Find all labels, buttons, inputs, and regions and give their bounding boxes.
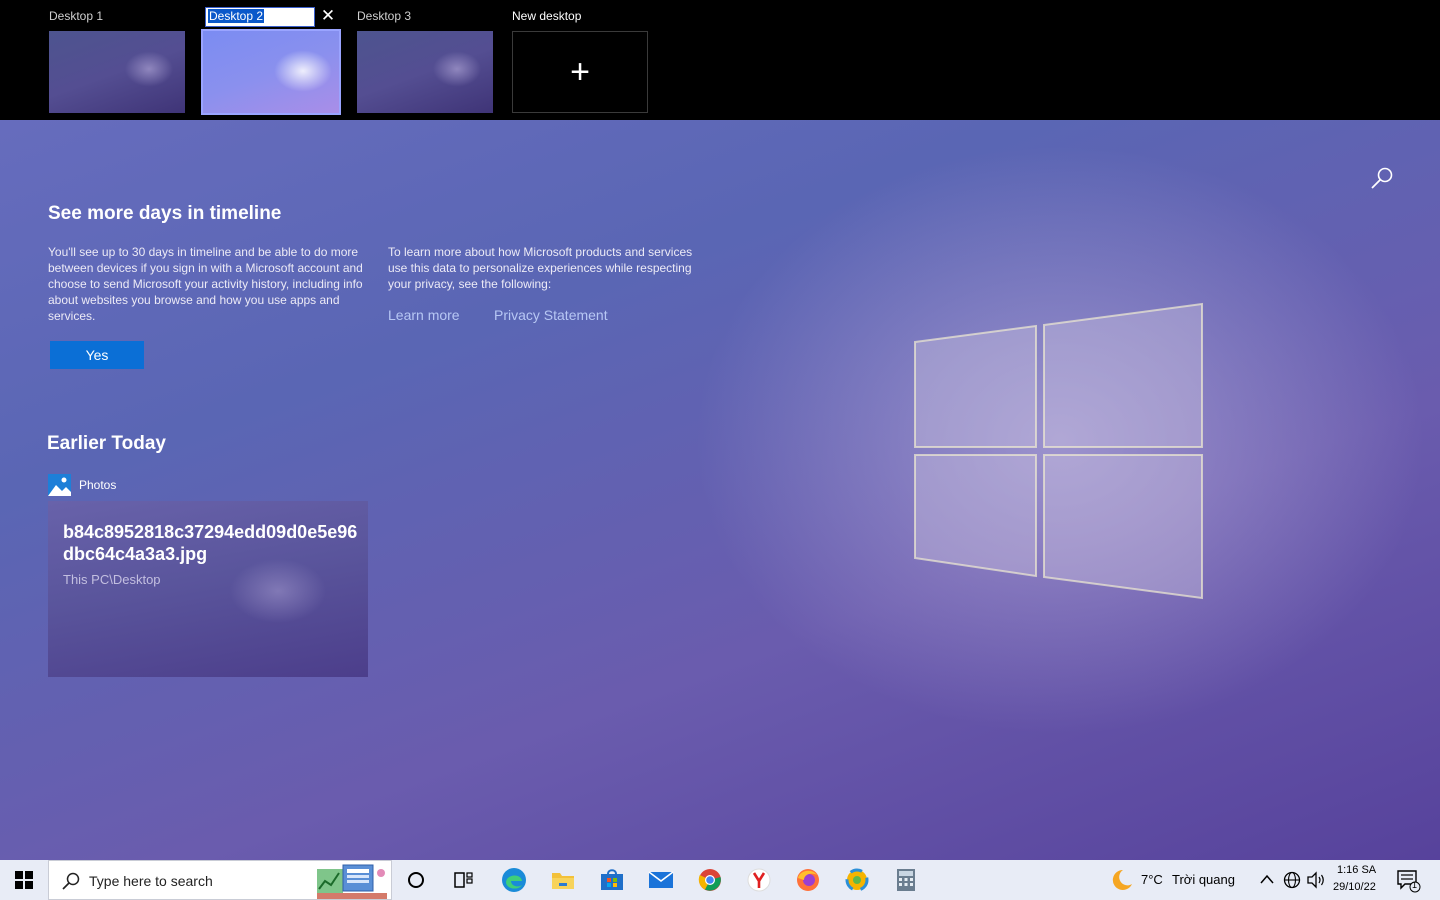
file-explorer-icon[interactable] [539, 860, 587, 900]
clock-time[interactable]: 1:16 SA [1337, 864, 1376, 876]
activity-file-name: b84c8952818c37294edd09d0e5e96dbc64c4a3a3… [63, 522, 358, 564]
search-highlight-image [317, 864, 387, 899]
desktop-1[interactable]: Desktop 1 [49, 0, 189, 120]
notifications-icon[interactable] [1396, 869, 1422, 893]
volume-icon[interactable] [1306, 870, 1326, 890]
yandex-icon[interactable] [735, 860, 783, 900]
search-icon[interactable] [1368, 164, 1396, 192]
desktop-2[interactable]: Desktop 2 ✕ [201, 0, 343, 120]
plus-icon: + [570, 52, 590, 91]
desktop-2-thumbnail[interactable] [201, 29, 341, 115]
windows-logo-wallpaper [914, 302, 1203, 600]
desktop-rename-input[interactable]: Desktop 2 [205, 7, 315, 27]
task-view-icon[interactable] [440, 860, 488, 900]
activity-card[interactable]: b84c8952818c37294edd09d0e5e96dbc64c4a3a3… [48, 501, 368, 677]
desktop-rename-selected-text: Desktop 2 [208, 9, 265, 23]
store-icon[interactable] [588, 860, 636, 900]
notification-count: 1 [1412, 880, 1418, 890]
close-desktop-button[interactable]: ✕ [319, 6, 337, 26]
yes-button[interactable]: Yes [50, 341, 144, 369]
search-placeholder: Type here to search [89, 873, 213, 889]
desktop-3[interactable]: Desktop 3 [357, 0, 497, 120]
timeline-description: You'll see up to 30 days in timeline and… [48, 245, 363, 323]
earlier-today-heading: Earlier Today [47, 433, 166, 454]
new-desktop-label: New desktop [512, 9, 582, 23]
firefox-icon[interactable] [784, 860, 832, 900]
new-desktop-button[interactable]: + [512, 31, 648, 113]
network-globe-icon[interactable] [1282, 870, 1302, 890]
privacy-statement-link[interactable]: Privacy Statement [494, 307, 608, 323]
timeline-title: See more days in timeline [48, 203, 282, 224]
photos-app-icon [48, 474, 71, 496]
taskbar: Type here to search 7°C Trời quang 1:16 … [0, 860, 1440, 900]
desktop-3-thumbnail[interactable] [357, 31, 493, 113]
chrome-icon[interactable] [686, 860, 734, 900]
weather-temperature[interactable]: 7°C [1141, 872, 1163, 887]
mail-icon[interactable] [637, 860, 685, 900]
moon-weather-icon[interactable] [1108, 868, 1134, 892]
clock-date[interactable]: 29/10/22 [1333, 881, 1376, 893]
taskbar-search-box[interactable]: Type here to search [48, 860, 392, 900]
calculator-icon[interactable] [882, 860, 930, 900]
new-desktop[interactable]: New desktop + [512, 0, 652, 120]
photos-taskbar-icon[interactable] [833, 860, 881, 900]
virtual-desktops-bar: Desktop 1 Desktop 2 ✕ Desktop 3 New desk… [0, 0, 1440, 120]
edge-icon[interactable] [490, 860, 538, 900]
photos-app-label: Photos [79, 478, 117, 492]
learn-more-link[interactable]: Learn more [388, 307, 460, 323]
privacy-description: To learn more about how Microsoft produc… [388, 245, 693, 291]
desktop-1-thumbnail[interactable] [49, 31, 185, 113]
chevron-up-icon[interactable] [1259, 873, 1275, 885]
windows-start-icon[interactable] [0, 860, 48, 900]
weather-description[interactable]: Trời quang [1172, 872, 1235, 887]
cortana-icon[interactable] [392, 860, 440, 900]
search-icon [62, 872, 80, 890]
desktop-3-label: Desktop 3 [357, 9, 412, 23]
desktop-1-label: Desktop 1 [49, 9, 104, 23]
activity-file-path: This PC\Desktop [63, 572, 161, 587]
